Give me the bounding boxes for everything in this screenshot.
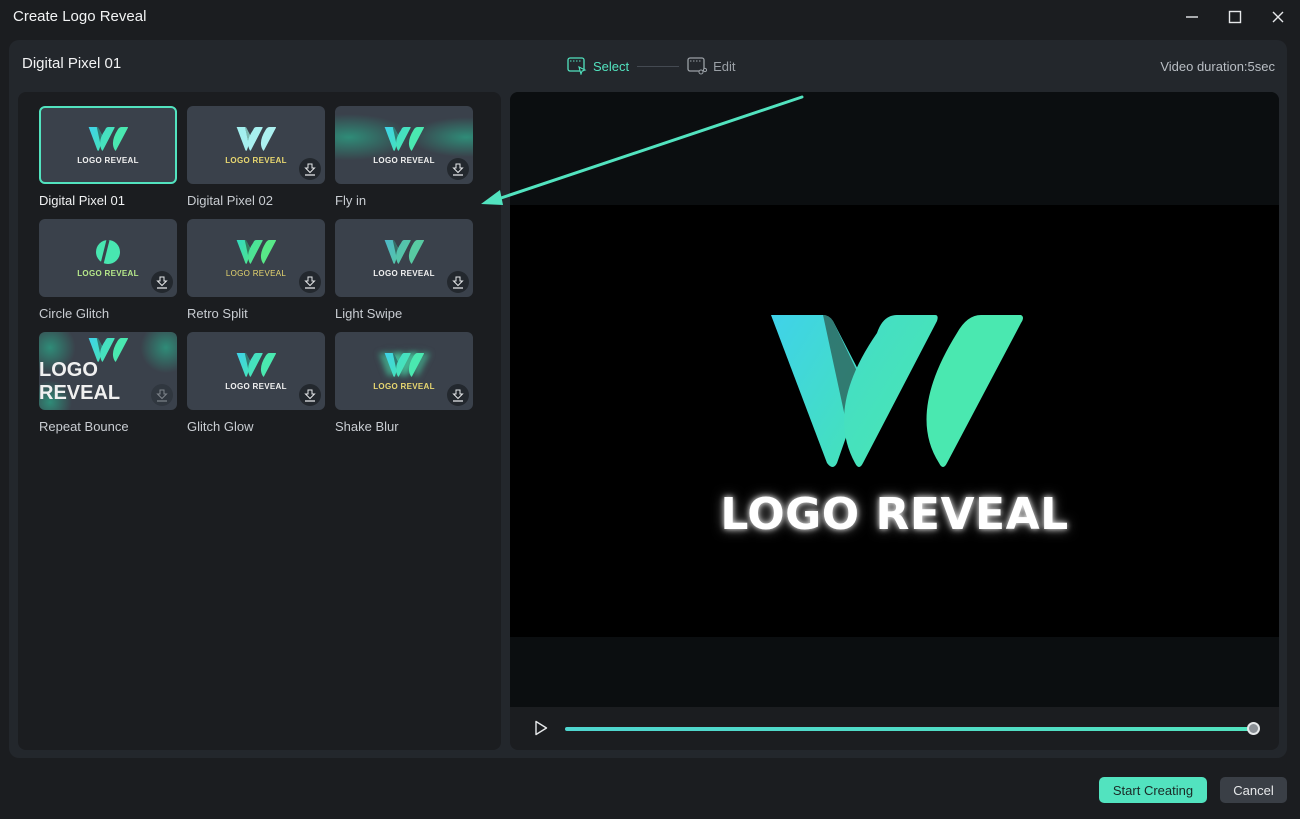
logo-preview-icon bbox=[767, 313, 1023, 471]
logo-thumbnail-icon bbox=[96, 239, 120, 264]
download-icon bbox=[452, 163, 464, 176]
logo-thumbnail-icon bbox=[236, 239, 276, 265]
template-card-repeat-bounce[interactable]: LOGO REVEAL Repeat Bounce bbox=[39, 332, 177, 445]
template-card-fly-in[interactable]: LOGO REVEAL Fly in bbox=[335, 106, 473, 219]
minimize-icon bbox=[1186, 16, 1198, 18]
video-duration: Video duration:5sec bbox=[1160, 59, 1275, 74]
logo-thumbnail-icon bbox=[384, 239, 424, 265]
start-creating-button[interactable]: Start Creating bbox=[1099, 777, 1207, 803]
template-thumbnail: LOGO REVEAL bbox=[39, 106, 177, 184]
thumbnail-text: LOGO REVEAL bbox=[77, 155, 139, 165]
cancel-button[interactable]: Cancel bbox=[1220, 777, 1287, 803]
template-label: Circle Glitch bbox=[39, 306, 110, 321]
step-edit[interactable]: Edit bbox=[687, 57, 736, 75]
close-icon bbox=[1272, 11, 1284, 23]
template-label: Digital Pixel 02 bbox=[187, 193, 273, 208]
template-thumbnail: LOGO REVEAL bbox=[39, 332, 177, 410]
logo-thumbnail-icon bbox=[236, 352, 276, 378]
download-button[interactable] bbox=[447, 384, 469, 406]
thumbnail-text: LOGO REVEAL bbox=[373, 381, 435, 391]
logo-thumbnail-icon bbox=[88, 126, 128, 152]
play-icon bbox=[535, 720, 548, 736]
template-thumbnail: LOGO REVEAL bbox=[335, 219, 473, 297]
template-label: Light Swipe bbox=[335, 306, 403, 321]
template-card-digital-pixel-02[interactable]: LOGO REVEAL Digital Pixel 02 bbox=[187, 106, 325, 219]
template-thumbnail: LOGO REVEAL bbox=[335, 106, 473, 184]
logo-thumbnail-icon bbox=[236, 126, 276, 152]
download-button[interactable] bbox=[447, 271, 469, 293]
logo-thumbnail-icon bbox=[384, 352, 424, 378]
edit-template-icon bbox=[687, 57, 708, 75]
download-button[interactable] bbox=[299, 271, 321, 293]
template-card-light-swipe[interactable]: LOGO REVEAL Light Swipe bbox=[335, 219, 473, 332]
thumbnail-text: LOGO REVEAL bbox=[373, 268, 435, 278]
download-icon bbox=[156, 276, 168, 289]
template-card-shake-blur[interactable]: LOGO REVEAL Shake Blur bbox=[335, 332, 473, 445]
download-icon bbox=[452, 276, 464, 289]
thumbnail-text: LOGO REVEAL bbox=[225, 268, 287, 278]
template-label: Digital Pixel 01 bbox=[39, 193, 125, 208]
minimize-button[interactable] bbox=[1178, 6, 1206, 28]
preview-video: LOGO REVEAL bbox=[510, 205, 1279, 637]
template-thumbnail: LOGO REVEAL bbox=[335, 332, 473, 410]
template-label: Retro Split bbox=[187, 306, 248, 321]
select-template-icon bbox=[567, 57, 587, 75]
title-bar: Create Logo Reveal bbox=[0, 0, 1300, 36]
download-icon bbox=[304, 389, 316, 402]
download-button[interactable] bbox=[151, 271, 173, 293]
thumbnail-text: LOGO REVEAL bbox=[225, 155, 287, 165]
template-name-title: Digital Pixel 01 bbox=[22, 55, 122, 72]
template-list-pane: LOGO REVEAL Digital Pixel 01 LOGO REVEAL… bbox=[18, 92, 501, 750]
thumbnail-text: LOGO REVEAL bbox=[225, 381, 287, 391]
template-label: Fly in bbox=[335, 193, 367, 208]
window-title: Create Logo Reveal bbox=[13, 8, 147, 25]
template-card-digital-pixel-01[interactable]: LOGO REVEAL Digital Pixel 01 bbox=[39, 106, 177, 219]
step-select-label: Select bbox=[593, 58, 630, 74]
template-thumbnail: LOGO REVEAL bbox=[39, 219, 177, 297]
template-card-glitch-glow[interactable]: LOGO REVEAL Glitch Glow bbox=[187, 332, 325, 445]
download-icon bbox=[156, 389, 168, 402]
template-label: Repeat Bounce bbox=[39, 419, 129, 434]
download-icon bbox=[304, 163, 316, 176]
download-button[interactable] bbox=[299, 158, 321, 180]
template-card-retro-split[interactable]: LOGO REVEAL Retro Split bbox=[187, 219, 325, 332]
maximize-button[interactable] bbox=[1221, 6, 1249, 28]
template-label: Glitch Glow bbox=[187, 419, 254, 434]
progress-handle[interactable] bbox=[1247, 722, 1260, 735]
step-indicator: Select Edit bbox=[567, 56, 736, 76]
preview-logo-text: LOGO REVEAL bbox=[720, 488, 1069, 540]
template-thumbnail: LOGO REVEAL bbox=[187, 219, 325, 297]
preview-pane: LOGO REVEAL bbox=[510, 92, 1279, 750]
template-grid: LOGO REVEAL Digital Pixel 01 LOGO REVEAL… bbox=[39, 106, 473, 445]
maximize-icon bbox=[1228, 10, 1242, 24]
playback-controls bbox=[510, 707, 1279, 750]
download-button[interactable] bbox=[447, 158, 469, 180]
step-connector bbox=[637, 65, 680, 67]
step-edit-label: Edit bbox=[713, 58, 736, 74]
step-select[interactable]: Select bbox=[567, 57, 629, 75]
close-button[interactable] bbox=[1264, 6, 1292, 28]
download-button[interactable] bbox=[299, 384, 321, 406]
thumbnail-text: LOGO REVEAL bbox=[373, 155, 435, 165]
template-label: Shake Blur bbox=[335, 419, 399, 434]
download-icon bbox=[452, 389, 464, 402]
template-thumbnail: LOGO REVEAL bbox=[187, 332, 325, 410]
download-button[interactable] bbox=[151, 384, 173, 406]
progress-track[interactable] bbox=[565, 727, 1255, 731]
play-button[interactable] bbox=[534, 720, 548, 741]
thumbnail-text: LOGO REVEAL bbox=[77, 268, 139, 278]
download-icon bbox=[304, 276, 316, 289]
logo-thumbnail-icon bbox=[384, 126, 424, 152]
template-card-circle-glitch[interactable]: LOGO REVEAL Circle Glitch bbox=[39, 219, 177, 332]
template-thumbnail: LOGO REVEAL bbox=[187, 106, 325, 184]
main-panel: Digital Pixel 01 Select Edit Video durat… bbox=[9, 40, 1287, 758]
